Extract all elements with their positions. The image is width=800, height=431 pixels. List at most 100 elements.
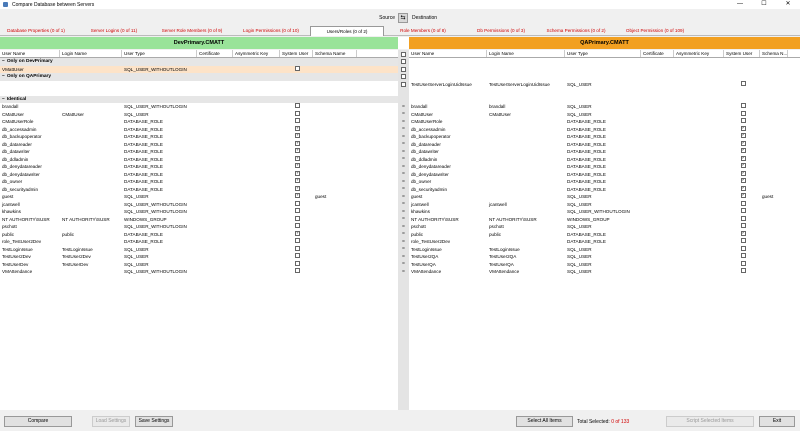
table-row[interactable]: db_datareader DATABASE_ROLE xyxy=(0,140,398,149)
tab-7[interactable]: Schema Permissions (0 of 2) xyxy=(545,26,607,36)
close-button[interactable]: ✕ xyxy=(776,0,800,9)
table-row[interactable]: VMAttendance SQL_USER_WITHOUTLOGIN xyxy=(0,268,398,276)
user-name-cell: db_denydatareader xyxy=(2,164,42,169)
table-row[interactable]: khawkins SQL_USER_WITHOUTLOGIN xyxy=(0,208,398,216)
table-row[interactable]: CMattUserRole DATABASE_ROLE xyxy=(409,118,800,126)
tab-3[interactable]: Login Permissions (0 of 10) xyxy=(236,26,306,36)
table-row[interactable]: NT AUTHORITY\SUSR NT AUTHORITY\SUSR WINDOW… xyxy=(409,215,800,224)
load-settings-button[interactable]: Load Settings xyxy=(92,416,130,427)
table-row[interactable]: db_datawriter DATABASE_ROLE xyxy=(0,148,398,156)
table-row[interactable]: role_TestUser2Dev DATABASE_ROLE xyxy=(409,238,800,246)
right-column-header[interactable]: User Name xyxy=(409,50,487,57)
select-checkbox[interactable] xyxy=(401,81,406,87)
table-row[interactable]: brandall brandall SQL_USER xyxy=(409,103,800,111)
table-row[interactable]: jcantwell SQL_USER_WITHOUTLOGIN xyxy=(0,200,398,209)
table-row[interactable]: db_denydatareader DATABASE_ROLE xyxy=(409,163,800,171)
select-cell[interactable] xyxy=(398,73,409,81)
table-row[interactable]: CMattUser CMattUser SQL_USER xyxy=(0,110,398,119)
table-row[interactable]: pschott SQL_USER_WITHOUTLOGIN xyxy=(0,223,398,231)
right-column-header[interactable]: System User xyxy=(724,50,760,57)
table-row[interactable]: TestUser2Dev TestUser2Dev SQL_USER xyxy=(0,253,398,261)
compare-button[interactable]: Compare xyxy=(4,416,72,427)
user-type-cell: DATABASE_ROLE xyxy=(567,164,606,169)
table-row[interactable]: db_datareader DATABASE_ROLE xyxy=(409,140,800,149)
left-column-header[interactable]: Asymmetric Key xyxy=(233,50,280,57)
table-row[interactable]: TestUserDev TestUserDev SQL_USER xyxy=(0,260,398,269)
select-checkbox[interactable] xyxy=(401,74,406,80)
tab-5[interactable]: Role Members (0 of 8) xyxy=(398,26,448,36)
save-settings-button[interactable]: Save Settings xyxy=(135,416,173,427)
right-column-header[interactable]: User Type xyxy=(565,50,641,57)
select-cell[interactable] xyxy=(398,58,409,66)
expand-icon[interactable]: − xyxy=(2,97,5,102)
table-row[interactable]: jcantwell jcantwell SQL_USER xyxy=(409,200,800,209)
table-row[interactable]: db_securityadmin DATABASE_ROLE xyxy=(409,185,800,194)
table-row[interactable]: db_denydatawriter DATABASE_ROLE xyxy=(0,170,398,179)
table-row[interactable]: TestUser2QA TestUser2QA SQL_USER xyxy=(409,253,800,261)
table-row[interactable]: db_accessadmin DATABASE_ROLE xyxy=(0,125,398,134)
left-column-header[interactable]: User Name xyxy=(0,50,60,57)
select-checkbox[interactable] xyxy=(401,59,406,65)
right-column-header[interactable]: Certificate xyxy=(641,50,674,57)
script-selected-button[interactable]: Script Selected Items xyxy=(666,416,754,427)
table-row[interactable]: db_denydatareader DATABASE_ROLE xyxy=(0,163,398,171)
table-row[interactable]: TestLoginIssue TestLoginIssue SQL_USER xyxy=(409,245,800,254)
table-row[interactable]: db_securityadmin DATABASE_ROLE xyxy=(0,185,398,194)
tab-0[interactable]: Database Properties (0 of 1) xyxy=(4,26,68,36)
table-row[interactable]: VMattUser SQL_USER_WITHOUTLOGIN xyxy=(0,65,398,73)
table-row[interactable]: NT AUTHORITY\SUSR NT AUTHORITY\SUSR WINDOW… xyxy=(0,215,398,224)
table-row[interactable]: db_ddladmin DATABASE_ROLE xyxy=(0,155,398,164)
left-group-identical[interactable]: − Identical xyxy=(0,95,398,103)
left-group-only_qa[interactable]: − Only on QAPrimary xyxy=(0,73,398,81)
table-row[interactable]: TestLoginIssue TestLoginIssue SQL_USER xyxy=(0,245,398,254)
table-row[interactable]: khawkins SQL_USER_WITHOUTLOGIN xyxy=(409,208,800,216)
swap-icon[interactable]: ⇆ xyxy=(398,13,408,23)
tab-4[interactable]: Users/Roles (0 of 2) xyxy=(310,26,384,36)
table-row[interactable]: TestUserQA TestUserQA SQL_USER xyxy=(409,260,800,269)
left-column-header[interactable]: Schema Name xyxy=(313,50,357,57)
right-column-header[interactable]: Asymmetric Key xyxy=(674,50,724,57)
table-row[interactable]: guest SQL_USER guest xyxy=(0,193,398,201)
right-column-header[interactable]: Login Name xyxy=(487,50,565,57)
table-row[interactable]: db_denydatawriter DATABASE_ROLE xyxy=(409,170,800,179)
table-row[interactable]: VMAttendance VMAttendance SQL_USER xyxy=(409,268,800,276)
table-row[interactable]: db_datawriter DATABASE_ROLE xyxy=(409,148,800,156)
select-cell[interactable] xyxy=(398,66,409,74)
table-row[interactable]: db_owner DATABASE_ROLE xyxy=(0,178,398,186)
table-row[interactable]: CMattUserRole DATABASE_ROLE xyxy=(0,118,398,126)
table-row[interactable]: TestUserServerLoginUidIssue TestUserServe… xyxy=(409,80,800,89)
left-column-header[interactable]: System User xyxy=(280,50,313,57)
user-name-cell: VMAttendance xyxy=(2,269,33,274)
select-all-button[interactable]: Select All Items xyxy=(516,416,573,427)
tab-1[interactable]: Server Logins (0 of 11) xyxy=(85,26,143,36)
left-column-header[interactable]: User Type xyxy=(122,50,197,57)
select-checkbox[interactable] xyxy=(401,66,406,72)
expand-icon[interactable]: − xyxy=(2,74,5,79)
select-checkbox[interactable] xyxy=(401,51,406,57)
exit-button[interactable]: Exit xyxy=(759,416,795,427)
minimize-button[interactable]: — xyxy=(728,0,752,9)
table-row[interactable]: role_TestUser2Dev DATABASE_ROLE xyxy=(0,238,398,246)
table-row[interactable]: db_accessadmin DATABASE_ROLE xyxy=(409,125,800,134)
left-column-header[interactable]: Certificate xyxy=(197,50,233,57)
table-row[interactable]: db_backupoperator DATABASE_ROLE xyxy=(0,133,398,141)
right-column-header[interactable]: Schema N... xyxy=(760,50,788,57)
tab-6[interactable]: Db Permissions (0 of 3) xyxy=(473,26,529,36)
left-group-only_dev[interactable]: − Only on DevPrimary xyxy=(0,58,398,66)
table-row[interactable]: guest SQL_USER guest xyxy=(409,193,800,201)
table-row[interactable]: brandall SQL_USER_WITHOUTLOGIN xyxy=(0,103,398,111)
table-row[interactable]: db_backupoperator DATABASE_ROLE xyxy=(409,133,800,141)
maximize-button[interactable]: ☐ xyxy=(752,0,776,9)
tab-2[interactable]: Server Role Members (0 of 9) xyxy=(158,26,226,36)
left-column-header[interactable]: Login Name xyxy=(60,50,122,57)
table-row[interactable]: pschott pschott SQL_USER xyxy=(409,223,800,231)
table-row[interactable]: db_ddladmin DATABASE_ROLE xyxy=(409,155,800,164)
table-row[interactable]: db_owner DATABASE_ROLE xyxy=(409,178,800,186)
select-cell[interactable] xyxy=(398,81,409,89)
table-row[interactable]: CMattUser CMattUser SQL_USER xyxy=(409,110,800,119)
select-cell[interactable] xyxy=(398,50,409,58)
table-row[interactable]: public public DATABASE_ROLE xyxy=(409,230,800,239)
table-row[interactable]: public public DATABASE_ROLE xyxy=(0,230,398,239)
expand-icon[interactable]: − xyxy=(2,59,5,64)
tab-8[interactable]: Object Permission (0 of 109) xyxy=(624,26,686,36)
